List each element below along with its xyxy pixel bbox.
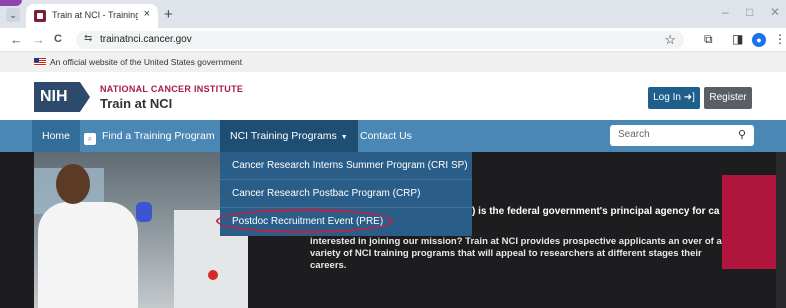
extensions-icon[interactable]: ⧉ <box>704 32 713 47</box>
browser-tab-strip: ⌄ Train at NCI - Training Program × + – … <box>0 0 786 28</box>
side-panel-icon[interactable]: ◨ <box>732 32 743 46</box>
nav-home[interactable]: Home <box>32 120 81 152</box>
site-info-icon[interactable]: ⇆ <box>84 33 92 44</box>
profile-chip <box>0 0 22 6</box>
bookmark-star-icon[interactable]: ☆ <box>664 32 676 48</box>
tab-search-button[interactable]: ⌄ <box>6 8 20 22</box>
maximize-icon[interactable]: □ <box>746 5 753 19</box>
profile-avatar-icon[interactable]: ● <box>752 33 766 47</box>
tab-title: Train at NCI - Training Program <box>52 10 138 20</box>
register-button[interactable]: Register <box>704 87 752 109</box>
login-button[interactable]: Log In ➜] <box>648 87 700 109</box>
scientist-glove <box>136 202 152 222</box>
new-tab-button[interactable]: + <box>164 6 173 23</box>
tab-close-icon[interactable]: × <box>144 8 150 20</box>
menu-kebab-icon[interactable]: ⋮ <box>774 32 786 46</box>
menu-item-cri-sp[interactable]: Cancer Research Interns Summer Program (… <box>220 152 472 180</box>
minimize-icon[interactable]: – <box>722 5 729 19</box>
nav-contact-us[interactable]: Contact Us <box>352 120 420 152</box>
main-nav: Home ⌕ Find a Training Program NCI Traini… <box>0 120 786 152</box>
back-icon[interactable]: ← <box>10 32 23 47</box>
search-document-icon: ⌕ <box>84 133 96 145</box>
org-name: NATIONAL CANCER INSTITUTE <box>100 84 244 94</box>
site-name[interactable]: Train at NCI <box>100 96 172 111</box>
site-header: NIH NATIONAL CANCER INSTITUTE Train at N… <box>0 72 786 120</box>
nih-logo[interactable]: NIH <box>34 82 90 112</box>
scientist-coat <box>38 202 138 308</box>
reload-icon[interactable]: C <box>54 33 62 45</box>
caret-down-icon: ▼ <box>340 134 348 141</box>
nav-find-training-program[interactable]: ⌕ Find a Training Program <box>78 120 221 152</box>
menu-item-pre[interactable]: Postdoc Recruitment Event (PRE) <box>220 208 472 236</box>
training-programs-dropdown: Cancer Research Interns Summer Program (… <box>220 152 472 236</box>
browser-tab[interactable]: Train at NCI - Training Program × <box>26 4 158 28</box>
search-box: ⚲ <box>610 125 754 146</box>
gov-banner-text: An official website of the United States… <box>50 57 243 67</box>
nci-favicon-icon <box>34 10 46 22</box>
hero-photo <box>34 152 248 308</box>
address-bar[interactable]: ⇆ trainatnci.cancer.gov ☆ <box>76 31 684 49</box>
nav-find-label: Find a Training Program <box>102 130 215 142</box>
search-icon[interactable]: ⚲ <box>738 128 746 141</box>
forward-icon[interactable]: → <box>32 32 45 47</box>
menu-item-crp[interactable]: Cancer Research Postbac Program (CRP) <box>220 180 472 208</box>
scrollbar[interactable] <box>776 152 786 308</box>
scientist-head <box>56 164 90 204</box>
search-input[interactable] <box>618 129 728 140</box>
gov-banner: An official website of the United States… <box>0 52 786 72</box>
us-flag-icon <box>34 58 46 66</box>
nav-nci-training-programs[interactable]: NCI Training Programs ▼ <box>220 120 358 152</box>
close-window-icon[interactable]: ✕ <box>770 5 780 19</box>
browser-toolbar: ← → C ⇆ trainatnci.cancer.gov ☆ ⧉ ◨ ⋮ <box>0 28 786 52</box>
hero-text-body: interested in joining our mission? Train… <box>310 236 722 271</box>
url-text: trainatnci.cancer.gov <box>100 34 192 45</box>
hero-text-line-1: ) is the federal government's principal … <box>472 206 720 217</box>
nav-programs-label: NCI Training Programs <box>230 130 337 142</box>
